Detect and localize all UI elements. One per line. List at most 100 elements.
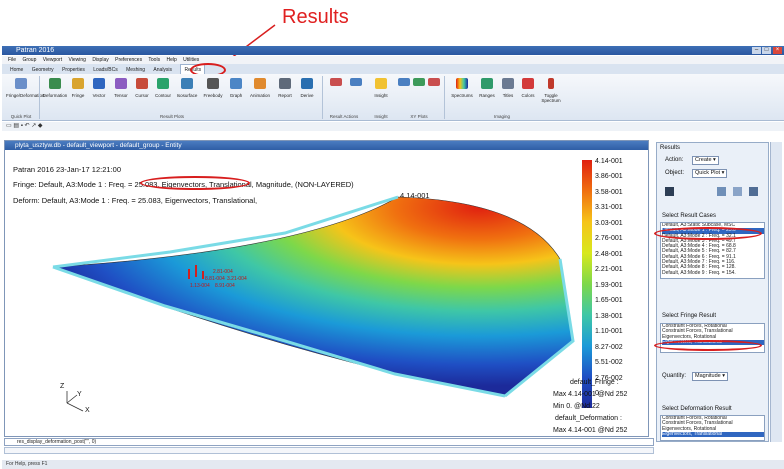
fringe-mode-highlight bbox=[140, 176, 250, 190]
toggle-spectrum-button[interactable]: Toggle Spectrum bbox=[538, 78, 564, 103]
minimize-button[interactable]: – bbox=[752, 47, 761, 54]
titles-button[interactable]: Titles bbox=[498, 78, 518, 98]
maximize-button[interactable]: □ bbox=[762, 47, 771, 54]
deformation-result-title: Select Deformation Result bbox=[662, 406, 732, 412]
plot-type-icon-2[interactable] bbox=[717, 187, 726, 196]
fringe-icon bbox=[72, 78, 84, 89]
report-button[interactable]: Report bbox=[274, 78, 296, 98]
screenshot-root: Results Patran 2016 – □ × File Group Vie… bbox=[0, 0, 784, 469]
fringe-result-highlight bbox=[654, 340, 762, 351]
xy-plot-button-3[interactable] bbox=[427, 78, 441, 90]
insight-button[interactable]: Insight bbox=[370, 78, 392, 98]
xy-plot-button-1[interactable] bbox=[397, 78, 411, 90]
save-icon[interactable]: ▪ bbox=[21, 123, 23, 129]
cursor-icon bbox=[136, 78, 148, 89]
panel-title: Results bbox=[660, 145, 681, 151]
legend-value: 3.86-001 bbox=[595, 173, 623, 180]
quantity-dropdown[interactable]: Magnitude ▾ bbox=[692, 372, 728, 381]
point-label: 1.13-004 bbox=[190, 283, 210, 289]
ribbon-separator bbox=[39, 76, 40, 119]
deformation-button[interactable]: Deformation bbox=[42, 78, 68, 98]
results-panel: Results Action: Create ▾ Object: Quick P… bbox=[656, 142, 769, 442]
xy-plot-icon bbox=[398, 78, 410, 86]
fringe-deformation-button[interactable]: Fringe/Deformation bbox=[6, 78, 45, 98]
command-input[interactable] bbox=[4, 447, 654, 454]
legend-value: 1.38-001 bbox=[595, 313, 623, 320]
list-item[interactable]: Eigenvectors, Translational bbox=[662, 431, 764, 438]
close-button[interactable]: × bbox=[773, 47, 782, 54]
menu-bar: File Group Viewport Viewing Display Pref… bbox=[2, 56, 784, 64]
result-action-icon bbox=[330, 78, 342, 86]
object-label: Object: bbox=[665, 170, 685, 176]
tensor-button[interactable]: Tensor bbox=[110, 78, 132, 98]
viewport-window[interactable]: plyta_usztyw.db - default_viewport - def… bbox=[4, 140, 649, 437]
fem-model-plot[interactable]: 2.81-004 8.81-004 3.21-004 1.13-004 8.91… bbox=[5, 141, 648, 436]
spectrums-button[interactable]: Spectrums bbox=[448, 78, 476, 98]
new-icon[interactable]: ▭ bbox=[6, 123, 12, 129]
group-insight: Insight bbox=[374, 114, 388, 119]
cursor-button[interactable]: Cursor bbox=[132, 78, 152, 98]
result-cases-title: Select Result Cases bbox=[662, 213, 717, 219]
plot-type-icon-3[interactable] bbox=[733, 187, 742, 196]
object-dropdown[interactable]: Quick Plot ▾ bbox=[692, 169, 728, 178]
point-label: 2.81-004 bbox=[213, 269, 233, 275]
action-dropdown[interactable]: Create ▾ bbox=[692, 156, 719, 165]
deformed-plate bbox=[52, 196, 574, 397]
fringe-deformation-icon bbox=[15, 78, 27, 89]
menu-preferences[interactable]: Preferences bbox=[115, 57, 142, 63]
menu-utilities[interactable]: Utilities bbox=[183, 57, 199, 63]
derive-button[interactable]: Derive bbox=[296, 78, 318, 98]
legend-value: 8.27-002 bbox=[595, 344, 623, 351]
menu-viewport[interactable]: Viewport bbox=[43, 57, 62, 63]
legend-value: 2.76-001 bbox=[595, 235, 623, 242]
titles-icon bbox=[502, 78, 514, 89]
colors-button[interactable]: Colors bbox=[518, 78, 538, 98]
derive-icon bbox=[301, 78, 313, 89]
menu-tools[interactable]: Tools bbox=[148, 57, 160, 63]
graph-button[interactable]: Graph bbox=[226, 78, 246, 98]
menu-group[interactable]: Group bbox=[22, 57, 36, 63]
group-result-actions: Result Actions bbox=[329, 114, 359, 119]
ranges-button[interactable]: Ranges bbox=[476, 78, 498, 98]
group-quick-plot: Quick Plot bbox=[10, 114, 32, 119]
tensor-icon bbox=[115, 78, 127, 89]
xy-plot-icon bbox=[413, 78, 425, 86]
open-icon[interactable]: ▤ bbox=[13, 123, 19, 129]
legend-value: 2.21-001 bbox=[595, 266, 623, 273]
animation-button[interactable]: Animation bbox=[246, 78, 274, 98]
list-item[interactable]: Default, A3:Mode 9 : Freq. = 154. bbox=[662, 270, 764, 276]
summary-fringe-title: default_Fringe : bbox=[570, 379, 619, 386]
ranges-icon bbox=[481, 78, 493, 89]
contour-button[interactable]: Contour bbox=[152, 78, 174, 98]
menu-file[interactable]: File bbox=[8, 57, 16, 63]
spectrums-icon bbox=[456, 78, 468, 89]
insight-icon bbox=[375, 78, 387, 89]
panel-side-scrollbar[interactable] bbox=[770, 142, 782, 442]
view-icon[interactable]: ◆ bbox=[38, 123, 43, 129]
fringe-button[interactable]: Fringe bbox=[68, 78, 88, 98]
result-action-button-1[interactable] bbox=[326, 78, 346, 90]
isosurface-button[interactable]: Isosurface bbox=[174, 78, 200, 98]
menu-help[interactable]: Help bbox=[166, 57, 176, 63]
plot-type-icon-4[interactable] bbox=[749, 187, 758, 196]
command-line[interactable]: res_display_deformation_post("", 0) bbox=[4, 438, 654, 446]
legend-value: 3.31-001 bbox=[595, 204, 623, 211]
undo-icon[interactable]: ↶ bbox=[25, 123, 30, 129]
freebody-button[interactable]: Freebody bbox=[200, 78, 226, 98]
summary-fringe-min: Min 0. @Nd 22 bbox=[553, 403, 600, 410]
summary-deform-title: default_Deformation : bbox=[555, 415, 622, 422]
menu-display[interactable]: Display bbox=[92, 57, 108, 63]
pointer-icon[interactable]: ↗ bbox=[31, 123, 36, 129]
result-action-button-2[interactable] bbox=[346, 78, 366, 90]
axis-y-line bbox=[66, 394, 78, 404]
window-title: Patran 2016 bbox=[2, 46, 784, 55]
xy-plot-icon bbox=[428, 78, 440, 86]
deformation-result-list[interactable]: Constraint Forces, Rotational Constraint… bbox=[660, 415, 765, 441]
deformation-icon bbox=[49, 78, 61, 89]
vector-button[interactable]: Vector bbox=[88, 78, 110, 98]
graph-icon bbox=[230, 78, 242, 89]
xy-plot-button-2[interactable] bbox=[412, 78, 426, 90]
axis-x-line bbox=[66, 402, 84, 412]
plot-type-icon-1[interactable] bbox=[665, 187, 674, 196]
menu-viewing[interactable]: Viewing bbox=[69, 57, 86, 63]
